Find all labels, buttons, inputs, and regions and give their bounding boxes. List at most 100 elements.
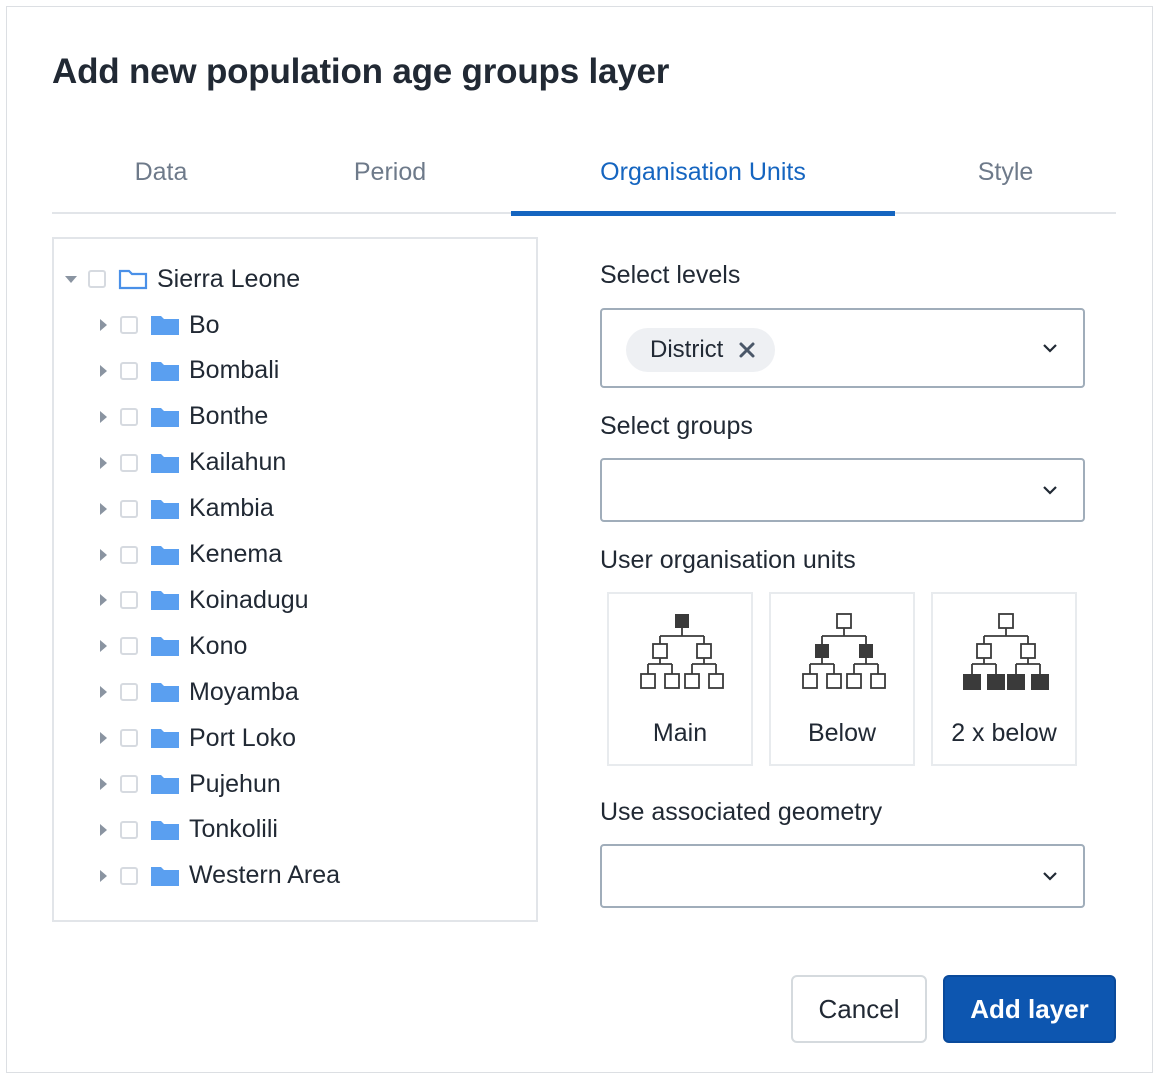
selected-level-chip: District — [626, 328, 776, 372]
tree-item-label[interactable]: Koinadugu — [189, 586, 309, 615]
hierarchy-2-below-icon — [963, 613, 1049, 690]
expand-arrow-icon[interactable] — [96, 361, 110, 381]
cancel-button[interactable]: Cancel — [791, 975, 927, 1043]
tree-checkbox[interactable] — [120, 866, 138, 885]
remove-chip-icon[interactable] — [737, 340, 757, 360]
tree-item-row[interactable]: Kailahun — [96, 443, 286, 483]
tree-checkbox[interactable] — [120, 316, 138, 334]
expand-arrow-icon[interactable] — [96, 866, 110, 886]
select-levels-label: Select levels — [600, 261, 741, 289]
folder-icon — [150, 544, 180, 566]
tree-item-label[interactable]: Moyamba — [189, 678, 299, 707]
dialog-title: Add new population age groups layer — [52, 52, 670, 91]
tree-item-row[interactable]: Kenema — [96, 535, 282, 575]
tree-item-row[interactable]: Kambia — [96, 489, 274, 529]
tree-item-row[interactable]: Koinadugu — [96, 580, 309, 620]
expand-arrow-icon[interactable] — [96, 453, 110, 473]
user-org-unit-below-label: Below — [807, 719, 877, 747]
tab-organisation-units[interactable]: Organisation Units — [511, 140, 895, 216]
tree-item-label[interactable]: Western Area — [189, 861, 340, 890]
chip-label: District — [650, 336, 724, 363]
expand-arrow-icon[interactable] — [96, 728, 110, 748]
associated-geometry-label: Use associated geometry — [600, 798, 883, 826]
user-org-unit-below-button[interactable]: Below — [769, 592, 915, 766]
user-org-unit-main-button[interactable]: Main — [607, 592, 753, 766]
folder-icon — [150, 314, 180, 336]
tree-checkbox[interactable] — [120, 407, 138, 426]
tree-checkbox[interactable] — [120, 453, 138, 472]
associated-geometry-dropdown[interactable] — [600, 844, 1085, 908]
tree-checkbox[interactable] — [120, 499, 138, 518]
tree-checkbox[interactable] — [120, 729, 138, 748]
chevron-down-icon — [1043, 344, 1057, 353]
tree-root-label[interactable]: Sierra Leone — [157, 265, 300, 294]
tree-item-row[interactable]: Kono — [96, 626, 247, 666]
expand-arrow-icon[interactable] — [96, 774, 110, 794]
tab-data[interactable]: Data — [52, 140, 270, 214]
folder-icon — [150, 865, 180, 887]
expand-arrow-icon[interactable] — [96, 636, 110, 656]
select-groups-dropdown[interactable] — [600, 458, 1085, 522]
expand-arrow-icon[interactable] — [96, 499, 110, 519]
tree-item-label[interactable]: Port Loko — [189, 724, 296, 753]
tree-item-row[interactable]: Bonthe — [96, 397, 268, 437]
folder-open-icon — [118, 268, 148, 290]
tree-item-label[interactable]: Kenema — [189, 540, 282, 569]
expand-arrow-icon[interactable] — [96, 545, 110, 565]
tree-checkbox[interactable] — [120, 683, 138, 702]
folder-icon — [150, 635, 180, 657]
select-groups-label: Select groups — [600, 412, 753, 440]
hierarchy-below-icon — [802, 613, 886, 689]
tree-item-label[interactable]: Bonthe — [189, 402, 268, 431]
tree-root-row[interactable]: Sierra Leone — [64, 259, 300, 299]
expand-arrow-icon[interactable] — [96, 407, 110, 427]
user-org-unit-2-below-label: 2 x below — [951, 719, 1057, 747]
expand-arrow-icon[interactable] — [96, 315, 110, 335]
folder-icon — [150, 406, 180, 428]
user-org-unit-2-below-button[interactable]: 2 x below — [931, 592, 1077, 766]
tree-item-row[interactable]: Tonkolili — [96, 810, 278, 850]
tree-item-row[interactable]: Port Loko — [96, 718, 296, 758]
tree-item-label[interactable]: Kailahun — [189, 448, 286, 477]
tree-checkbox[interactable] — [88, 270, 106, 288]
chevron-down-icon — [1043, 486, 1057, 495]
folder-icon — [150, 773, 180, 795]
expand-arrow-icon[interactable] — [96, 820, 110, 840]
tree-checkbox[interactable] — [120, 775, 138, 793]
tab-period[interactable]: Period — [270, 140, 510, 214]
tree-checkbox[interactable] — [120, 637, 138, 656]
expand-arrow-icon[interactable] — [64, 269, 78, 289]
tree-checkbox[interactable] — [120, 545, 138, 564]
user-org-unit-main-label: Main — [652, 719, 708, 747]
tree-checkbox[interactable] — [120, 361, 138, 380]
expand-arrow-icon[interactable] — [96, 590, 110, 610]
select-levels-dropdown[interactable]: District — [600, 308, 1085, 388]
org-unit-tree: Sierra Leone Bo Bombali Bonthe Kailahun Kamb… — [52, 237, 538, 922]
tree-item-row[interactable]: Moyamba — [96, 672, 299, 712]
folder-icon — [150, 589, 180, 611]
chevron-down-icon — [1043, 872, 1057, 881]
tree-item-label[interactable]: Kambia — [189, 494, 274, 523]
tab-style[interactable]: Style — [895, 140, 1116, 214]
tree-item-row[interactable]: Pujehun — [96, 764, 281, 804]
folder-icon — [150, 452, 180, 474]
tree-item-label[interactable]: Kono — [189, 632, 247, 661]
tree-item-label[interactable]: Bo — [189, 311, 220, 340]
tree-item-row[interactable]: Western Area — [96, 856, 340, 896]
user-org-units-label: User organisation units — [600, 546, 856, 574]
tree-item-label[interactable]: Bombali — [189, 356, 279, 385]
expand-arrow-icon[interactable] — [96, 682, 110, 702]
tree-checkbox[interactable] — [120, 820, 138, 839]
folder-icon — [150, 819, 180, 841]
tree-item-label[interactable]: Tonkolili — [189, 815, 278, 844]
add-layer-button[interactable]: Add layer — [943, 975, 1116, 1043]
tab-bar: Data Period Organisation Units Style — [52, 140, 1116, 216]
tree-checkbox[interactable] — [120, 591, 138, 610]
tree-item-row[interactable]: Bombali — [96, 351, 279, 391]
tree-item-row[interactable]: Bo — [96, 305, 220, 345]
folder-icon — [150, 360, 180, 382]
folder-icon — [150, 727, 180, 749]
tree-item-label[interactable]: Pujehun — [189, 770, 281, 799]
hierarchy-main-icon — [640, 614, 724, 689]
folder-icon — [150, 498, 180, 520]
